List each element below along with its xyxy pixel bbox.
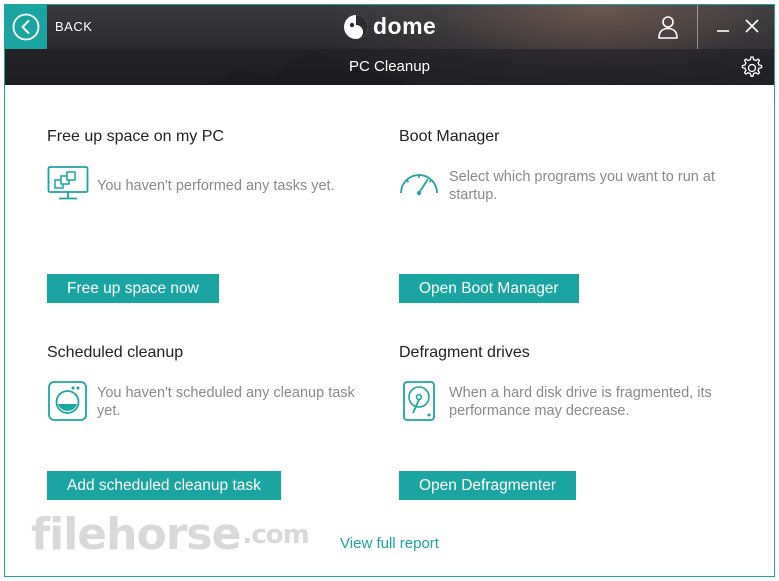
scheduled-cleanup-title: Scheduled cleanup: [47, 344, 184, 361]
monitor-icon: [47, 166, 89, 200]
logo-text: dome: [373, 13, 437, 39]
free-space-desc: You haven't performed any tasks yet.: [97, 178, 335, 194]
hard-disk-icon: [403, 381, 435, 421]
header-divider: [697, 5, 698, 49]
gear-icon[interactable]: [738, 54, 764, 80]
filehorse-watermark: filehorse .com: [31, 509, 310, 560]
user-icon[interactable]: [657, 15, 679, 39]
back-label[interactable]: BACK: [55, 19, 92, 34]
free-up-space-button[interactable]: Free up space now: [47, 274, 219, 303]
close-icon[interactable]: [743, 17, 761, 35]
speedometer-icon: [400, 174, 438, 195]
defragment-title: Defragment drives: [399, 344, 530, 361]
boot-manager-desc: Select which programs you want to run at…: [449, 169, 715, 203]
defragment-desc: When a hard disk drive is fragmented, it…: [449, 385, 712, 419]
back-button[interactable]: [5, 5, 47, 49]
dome-logo: dome: [343, 13, 436, 40]
title-bar: BACK dome PC Cleanup: [5, 5, 774, 85]
open-defragmenter-button[interactable]: Open Defragmenter: [399, 471, 576, 500]
washing-machine-icon: [48, 381, 87, 421]
add-scheduled-cleanup-button[interactable]: Add scheduled cleanup task: [47, 471, 281, 500]
app-window: BACK dome PC Cleanup Free up space on my…: [4, 4, 775, 577]
chevron-left-icon: [12, 13, 40, 41]
free-space-title: Free up space on my PC: [47, 128, 224, 145]
watermark-text: filehorse: [31, 509, 241, 560]
panda-logo-icon: [344, 14, 368, 39]
page-title: PC Cleanup: [349, 58, 430, 75]
watermark-suffix: .com: [242, 519, 309, 550]
boot-manager-title: Boot Manager: [399, 128, 500, 145]
scheduled-cleanup-desc: You haven't scheduled any cleanup task y…: [97, 385, 355, 419]
open-boot-manager-button[interactable]: Open Boot Manager: [399, 274, 579, 303]
minimize-icon[interactable]: [715, 19, 731, 35]
